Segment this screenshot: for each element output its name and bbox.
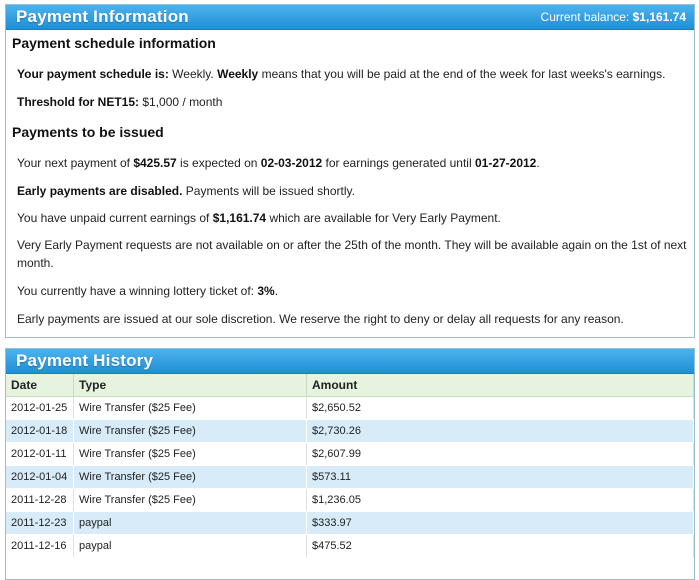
payment-history-header: Payment History — [6, 349, 694, 374]
current-balance: Current balance: $1,161.74 — [541, 5, 686, 29]
unpaid-pre: You have unpaid current earnings of — [17, 211, 210, 225]
cell-date: 2011-12-28 — [6, 488, 74, 512]
column-date[interactable]: Date — [6, 374, 74, 397]
cell-type: Wire Transfer ($25 Fee) — [73, 396, 307, 420]
payment-history-rows: 2012-01-25 Wire Transfer ($25 Fee) $2,650.… — [6, 396, 694, 558]
schedule-value: Weekly. — [172, 67, 214, 81]
lottery-end: . — [274, 284, 279, 298]
table-row: 2012-01-25 Wire Transfer ($25 Fee) $2,650.… — [6, 396, 694, 420]
cell-amount: $1,236.05 — [306, 488, 694, 512]
cell-amount: $475.52 — [306, 534, 694, 558]
cell-type: Wire Transfer ($25 Fee) — [73, 442, 307, 466]
next-mid2: for earnings generated until — [325, 156, 472, 170]
payment-history-table: Date Type Amount 2012-01-25 Wire Transfer… — [6, 374, 694, 558]
column-type[interactable]: Type — [73, 374, 307, 397]
table-row: 2011-12-28 Wire Transfer ($25 Fee) $1,236.… — [6, 488, 694, 512]
payment-information-header: Payment Information Current balance: $1,… — [6, 5, 694, 30]
threshold-line: Threshold for NET15: $1,000 / month — [17, 93, 688, 111]
unpaid-post: which are available for Very Early Payme… — [269, 211, 501, 225]
cell-type: Wire Transfer ($25 Fee) — [73, 488, 307, 512]
cell-date: 2012-01-11 — [6, 442, 74, 466]
table-header-row: Date Type Amount — [6, 374, 694, 397]
payment-history-panel: Payment History Date Type Amount 2012-01… — [5, 348, 695, 580]
threshold-value: $1,000 / month — [142, 95, 223, 109]
lottery-line: You currently have a winning lottery tic… — [17, 282, 688, 300]
cell-date: 2012-01-18 — [6, 419, 74, 443]
cell-date: 2012-01-04 — [6, 465, 74, 489]
lottery-value: 3% — [257, 284, 275, 298]
discretion-line: Early payments are issued at our sole di… — [17, 312, 624, 326]
next-mid: is expected on — [180, 156, 258, 170]
payment-history-title: Payment History — [16, 351, 154, 370]
cell-amount: $333.97 — [306, 511, 694, 535]
table-row: 2012-01-11 Wire Transfer ($25 Fee) $2,607.… — [6, 442, 694, 466]
cell-type: paypal — [73, 511, 307, 535]
cell-amount: $2,607.99 — [306, 442, 694, 466]
cell-date: 2011-12-16 — [6, 534, 74, 558]
table-row: 2011-12-23 paypal $333.97 — [6, 511, 694, 535]
lottery-pre: You currently have a winning lottery tic… — [17, 284, 255, 298]
schedule-bold: Weekly — [217, 67, 259, 81]
issued-heading: Payments to be issued — [12, 124, 164, 140]
early-rest: Payments will be issued shortly. — [185, 184, 355, 198]
table-row: 2011-12-16 paypal $475.52 — [6, 534, 694, 558]
next-amount: $425.57 — [133, 156, 177, 170]
unpaid-amount: $1,161.74 — [212, 211, 267, 225]
table-row: 2012-01-04 Wire Transfer ($25 Fee) $573.11 — [6, 465, 694, 489]
cell-amount: $2,730.26 — [306, 419, 694, 443]
cell-type: Wire Transfer ($25 Fee) — [73, 465, 307, 489]
schedule-desc: means that you will be paid at the end o… — [261, 67, 666, 81]
payment-information-panel: Payment Information Current balance: $1,… — [5, 4, 695, 338]
schedule-label: Your payment schedule is: — [17, 67, 169, 81]
cell-amount: $2,650.52 — [306, 396, 694, 420]
balance-label: Current balance: — [540, 10, 630, 24]
balance-value: $1,161.74 — [632, 10, 686, 24]
cell-date: 2011-12-23 — [6, 511, 74, 535]
early-payments-line: Early payments are disabled. Payments wi… — [17, 182, 688, 200]
cell-amount: $573.11 — [306, 465, 694, 489]
schedule-heading: Payment schedule information — [12, 35, 216, 51]
very-early-line: Very Early Payment requests are not avai… — [17, 238, 687, 270]
next-pre: Your next payment of — [17, 156, 130, 170]
next-payment-line: Your next payment of $425.57 is expected… — [17, 154, 688, 172]
column-amount[interactable]: Amount — [306, 374, 694, 397]
cell-date: 2012-01-25 — [6, 396, 74, 420]
threshold-label: Threshold for NET15: — [17, 95, 140, 109]
next-until: 01-27-2012 — [474, 156, 537, 170]
cell-type: paypal — [73, 534, 307, 558]
unpaid-line: You have unpaid current earnings of $1,1… — [17, 209, 688, 227]
payment-information-title: Payment Information — [16, 7, 189, 26]
early-bold: Early payments are disabled. — [17, 184, 183, 198]
cell-type: Wire Transfer ($25 Fee) — [73, 419, 307, 443]
table-row: 2012-01-18 Wire Transfer ($25 Fee) $2,730.… — [6, 419, 694, 443]
next-date: 02-03-2012 — [260, 156, 323, 170]
next-end: . — [536, 156, 540, 170]
schedule-line: Your payment schedule is: Weekly. Weekly… — [17, 65, 688, 83]
